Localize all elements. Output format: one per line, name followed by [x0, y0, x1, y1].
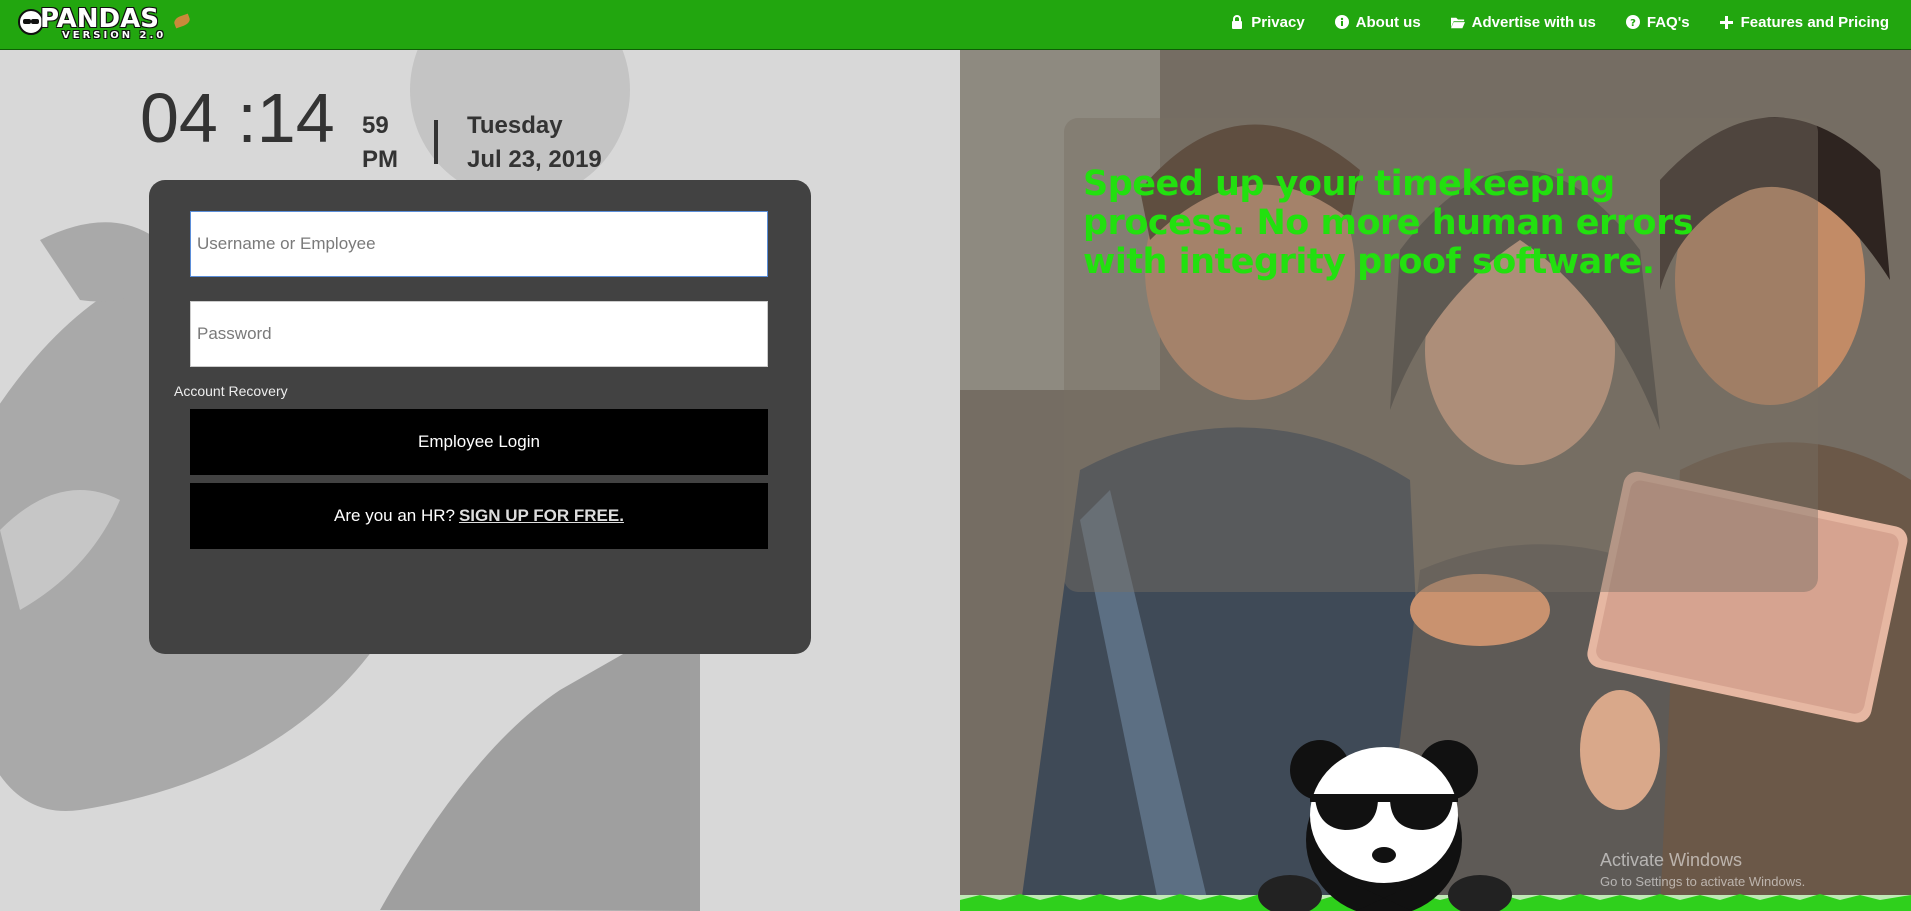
- nav-advertise[interactable]: Advertise with us: [1450, 13, 1596, 31]
- clock-hours: 04: [140, 79, 218, 157]
- nav-features-label: Features and Pricing: [1740, 13, 1889, 31]
- logo-brand-name: PANDAS: [40, 4, 159, 34]
- logo-version: VERSION 2.0: [62, 30, 167, 41]
- clock-ampm: PM: [362, 146, 398, 173]
- info-icon: [1334, 15, 1349, 29]
- nav-about[interactable]: About us: [1334, 13, 1421, 31]
- login-panel: 04 :14 59 PM Tuesday Jul 23, 2019 Accoun…: [0, 50, 960, 911]
- plus-icon: [1720, 15, 1734, 29]
- nav-privacy-label: Privacy: [1251, 13, 1305, 31]
- signup-link[interactable]: SIGN UP FOR FREE.: [459, 506, 624, 526]
- account-recovery-link[interactable]: Account Recovery: [174, 383, 288, 399]
- hero-panel: Speed up your timekeeping process. No mo…: [960, 50, 1911, 911]
- clock-divider: [434, 120, 438, 164]
- hr-signup-button[interactable]: Are you an HR? SIGN UP FOR FREE.: [190, 483, 768, 549]
- pandas-logo[interactable]: PANDAS VERSION 2.0: [18, 4, 192, 41]
- leaf-icon: [172, 13, 192, 29]
- nav-faq-label: FAQ's: [1646, 13, 1690, 31]
- clock-hours-minutes: 04 :14: [140, 78, 335, 158]
- signup-prefix: Are you an HR?: [334, 506, 455, 525]
- main-nav: Privacy About us Advertise with us ? FAQ…: [1230, 0, 1889, 44]
- clock-date: Jul 23, 2019: [467, 146, 602, 173]
- lock-icon: [1230, 15, 1244, 29]
- username-input[interactable]: [190, 211, 768, 277]
- folder-open-icon: [1450, 15, 1465, 29]
- activate-windows-title: Activate Windows: [1600, 850, 1743, 870]
- nav-faq[interactable]: ? FAQ's: [1625, 13, 1690, 31]
- clock-seconds: 59: [362, 112, 389, 139]
- hero-headline: Speed up your timekeeping process. No mo…: [1083, 164, 1694, 282]
- clock-colon: :: [217, 79, 257, 157]
- login-card: Account Recovery Employee Login Are you …: [149, 180, 811, 654]
- employee-login-button[interactable]: Employee Login: [190, 409, 768, 475]
- nav-features-pricing[interactable]: Features and Pricing: [1720, 14, 1889, 31]
- top-navbar: PANDAS VERSION 2.0 Privacy About us Adve…: [0, 0, 1911, 50]
- activate-windows-subtitle: Go to Settings to activate Windows.: [1600, 874, 1806, 889]
- svg-text:?: ?: [1630, 18, 1636, 29]
- nav-about-label: About us: [1355, 13, 1421, 31]
- nav-advertise-label: Advertise with us: [1471, 13, 1596, 31]
- password-input[interactable]: [190, 301, 768, 367]
- clock-day: Tuesday: [467, 112, 563, 139]
- question-icon: ?: [1625, 15, 1640, 29]
- nav-privacy[interactable]: Privacy: [1230, 13, 1305, 31]
- clock-minutes: 14: [256, 79, 335, 157]
